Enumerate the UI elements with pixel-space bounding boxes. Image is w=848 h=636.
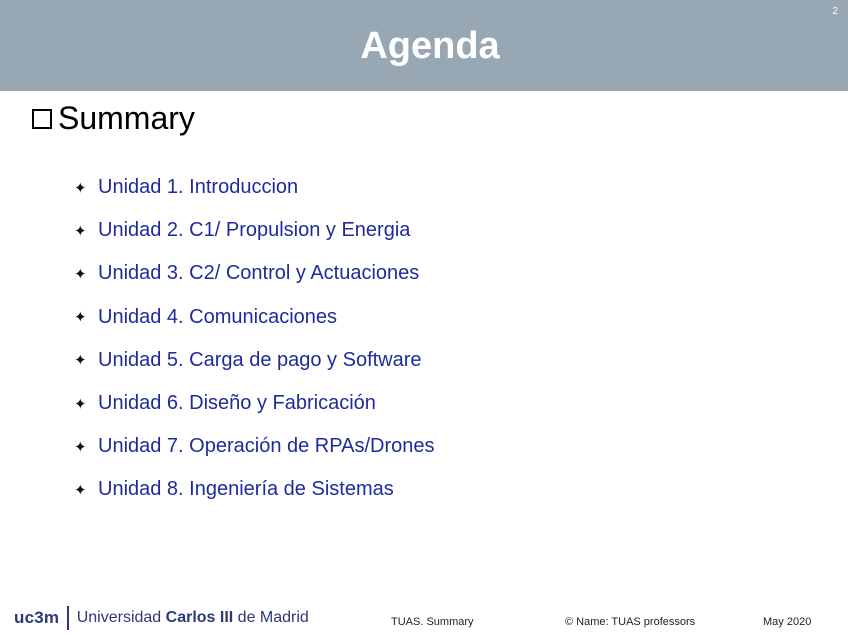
four-point-star-icon: ✦ — [74, 309, 87, 327]
footer-course: TUAS. Summary — [391, 616, 474, 628]
four-point-star-icon: ✦ — [74, 179, 87, 197]
unit-label: Unidad 2. C1/ Propulsion y Energia — [98, 219, 411, 242]
unit-label: Unidad 1. Introduccion — [98, 176, 299, 199]
four-point-star-icon: ✦ — [74, 265, 87, 283]
four-point-star-icon: ✦ — [74, 395, 87, 413]
unit-list: ✦ Unidad 1. Introduccion ✦ Unidad 2. C1/ P… — [74, 166, 434, 512]
unit-label: Unidad 5. Carga de pago y Software — [98, 348, 422, 371]
list-item: ✦ Unidad 2. C1/ Propulsion y Energia — [74, 209, 434, 252]
slide-title: Agenda — [360, 25, 500, 67]
list-item: ✦ Unidad 3. C2/ Control y Actuaciones — [74, 252, 434, 295]
university-logo: uc3m Universidad Carlos III de Madrid — [14, 606, 309, 630]
footer-date: May 2020 — [763, 616, 812, 628]
logo-text-bold: Carlos III — [165, 609, 234, 626]
checkbox-icon — [32, 109, 52, 129]
slide-footer: uc3m Universidad Carlos III de Madrid TU… — [0, 604, 848, 636]
list-item: ✦ Unidad 4. Comunicaciones — [74, 296, 434, 339]
list-item: ✦ Unidad 6. Diseño y Fabricación — [74, 382, 434, 425]
summary-label: Summary — [58, 100, 195, 136]
four-point-star-icon: ✦ — [74, 481, 87, 499]
unit-label: Unidad 6. Diseño y Fabricación — [98, 392, 376, 415]
footer-author: © Name: TUAS professors — [565, 616, 696, 628]
four-point-star-icon: ✦ — [74, 438, 87, 456]
logo-text-regular: Universidad — [76, 609, 166, 626]
slide-header: 2 Agenda — [0, 0, 848, 91]
unit-label: Unidad 8. Ingeniería de Sistemas — [98, 478, 394, 501]
list-item: ✦ Unidad 7. Operación de RPAs/Drones — [74, 425, 434, 468]
summary-heading: Summary — [32, 98, 195, 138]
unit-label: Unidad 7. Operación de RPAs/Drones — [98, 435, 435, 458]
page-number: 2 — [832, 6, 838, 17]
list-item: ✦ Unidad 8. Ingeniería de Sistemas — [74, 468, 434, 511]
unit-label: Unidad 4. Comunicaciones — [98, 305, 338, 328]
logo-divider — [67, 606, 69, 630]
four-point-star-icon: ✦ — [74, 352, 87, 370]
logo-university-name: Universidad Carlos III de Madrid — [77, 609, 309, 627]
list-item: ✦ Unidad 5. Carga de pago y Software — [74, 339, 434, 382]
list-item: ✦ Unidad 1. Introduccion — [74, 166, 434, 209]
four-point-star-icon: ✦ — [74, 222, 87, 240]
logo-text-end: de Madrid — [233, 609, 309, 626]
unit-label: Unidad 3. C2/ Control y Actuaciones — [98, 262, 420, 285]
logo-uc3m: uc3m — [14, 608, 60, 627]
